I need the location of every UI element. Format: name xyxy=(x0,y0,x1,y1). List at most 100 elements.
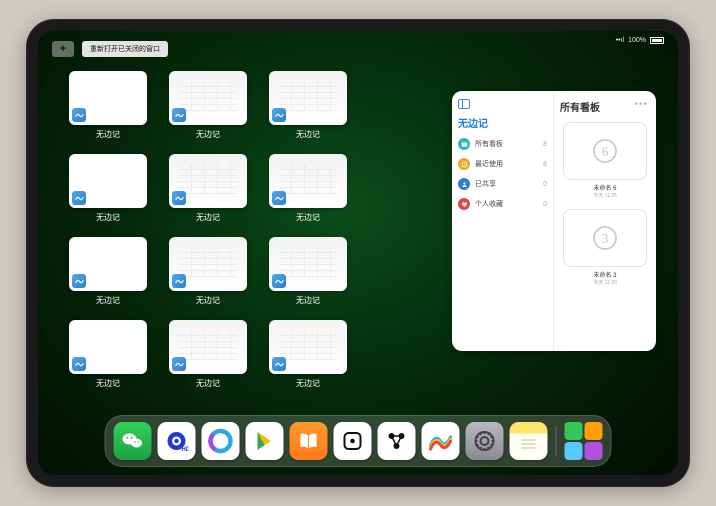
category-item[interactable]: 所有看板 8 xyxy=(458,138,547,150)
sidebar-toggle-icon[interactable] xyxy=(458,99,470,109)
freeform-app-icon xyxy=(72,274,86,288)
category-icon xyxy=(458,178,470,190)
window-label: 无边记 xyxy=(96,129,120,140)
battery-text: 100% xyxy=(628,37,646,44)
category-count: 8 xyxy=(543,161,547,168)
top-controls: + 重新打开已关闭的窗口 xyxy=(52,41,168,57)
window-label: 无边记 xyxy=(196,129,220,140)
window-preview xyxy=(69,320,147,374)
freeform-panel[interactable]: ••• 无边记 所有看板 8 最近使用 8 已共享 0 个人收藏 0 所有看板 … xyxy=(452,91,656,351)
board-card[interactable]: 3 未命名 3 今天 11:20 xyxy=(560,209,650,286)
svg-text:3: 3 xyxy=(602,231,609,246)
category-icon xyxy=(458,158,470,170)
window-preview xyxy=(269,320,347,374)
category-list: 所有看板 8 最近使用 8 已共享 0 个人收藏 0 xyxy=(458,138,547,210)
category-item[interactable]: 已共享 0 xyxy=(458,178,547,190)
dock-app-quark[interactable]: HD xyxy=(158,422,196,460)
tablet-frame: ••ıl 100% + 重新打开已关闭的窗口 无边记无边记无边记无边记无边记无边… xyxy=(26,19,690,487)
category-label: 所有看板 xyxy=(475,139,538,149)
window-preview xyxy=(169,320,247,374)
board-time: 今天 11:25 xyxy=(560,192,650,199)
dock-app-library[interactable] xyxy=(565,422,603,460)
dock-app-settings[interactable] xyxy=(466,422,504,460)
window-preview xyxy=(269,71,347,125)
category-icon xyxy=(458,138,470,150)
category-item[interactable]: 最近使用 8 xyxy=(458,158,547,170)
dock-separator xyxy=(556,426,557,456)
window-label: 无边记 xyxy=(196,212,220,223)
screen: ••ıl 100% + 重新打开已关闭的窗口 无边记无边记无边记无边记无边记无边… xyxy=(38,31,678,475)
category-label: 个人收藏 xyxy=(475,199,538,209)
window-thumb[interactable]: 无边记 xyxy=(68,320,148,389)
window-thumb[interactable]: 无边记 xyxy=(168,154,248,223)
window-label: 无边记 xyxy=(96,378,120,389)
window-preview xyxy=(269,154,347,208)
window-label: 无边记 xyxy=(196,378,220,389)
dock-app-notes[interactable] xyxy=(510,422,548,460)
category-icon xyxy=(458,198,470,210)
window-thumb[interactable]: 无边记 xyxy=(268,154,348,223)
dock-app-wechat[interactable] xyxy=(114,422,152,460)
svg-text:HD: HD xyxy=(182,447,189,453)
panel-left-title: 无边记 xyxy=(458,115,547,130)
window-label: 无边记 xyxy=(96,212,120,223)
window-thumb[interactable]: 无边记 xyxy=(68,71,148,140)
panel-more-icon[interactable]: ••• xyxy=(634,99,648,110)
battery-icon xyxy=(650,37,664,44)
reopen-closed-window-button[interactable]: 重新打开已关闭的窗口 xyxy=(82,41,168,57)
board-preview: 3 xyxy=(563,209,647,267)
dock: HD xyxy=(105,415,612,467)
dock-app-browser[interactable] xyxy=(202,422,240,460)
window-switcher-grid: 无边记无边记无边记无边记无边记无边记无边记无边记无边记无边记无边记无边记 xyxy=(68,71,448,389)
freeform-app-icon xyxy=(72,191,86,205)
dock-app-connect[interactable] xyxy=(378,422,416,460)
panel-sidebar: 无边记 所有看板 8 最近使用 8 已共享 0 个人收藏 0 xyxy=(452,91,554,351)
category-label: 最近使用 xyxy=(475,159,538,169)
board-card[interactable]: 6 未命名 6 今天 11:25 xyxy=(560,122,650,199)
board-name: 未命名 6 xyxy=(560,183,650,192)
freeform-app-icon xyxy=(272,191,286,205)
freeform-app-icon xyxy=(172,108,186,122)
new-window-button[interactable]: + xyxy=(52,41,74,57)
freeform-app-icon xyxy=(72,108,86,122)
window-thumb[interactable]: 无边记 xyxy=(168,71,248,140)
freeform-app-icon xyxy=(272,108,286,122)
freeform-app-icon xyxy=(72,357,86,371)
window-thumb[interactable]: 无边记 xyxy=(168,237,248,306)
category-item[interactable]: 个人收藏 0 xyxy=(458,198,547,210)
window-thumb[interactable]: 无边记 xyxy=(68,154,148,223)
window-label: 无边记 xyxy=(296,212,320,223)
window-label: 无边记 xyxy=(296,295,320,306)
window-preview xyxy=(69,71,147,125)
window-thumb[interactable]: 无边记 xyxy=(268,237,348,306)
category-count: 0 xyxy=(543,201,547,208)
window-thumb[interactable]: 无边记 xyxy=(268,320,348,389)
board-time: 今天 11:20 xyxy=(560,279,650,286)
freeform-app-icon xyxy=(172,357,186,371)
window-label: 无边记 xyxy=(196,295,220,306)
category-label: 已共享 xyxy=(475,179,538,189)
window-label: 无边记 xyxy=(96,295,120,306)
window-preview xyxy=(69,154,147,208)
window-preview xyxy=(69,237,147,291)
board-name: 未命名 3 xyxy=(560,270,650,279)
freeform-app-icon xyxy=(272,357,286,371)
window-thumb[interactable]: 无边记 xyxy=(268,71,348,140)
panel-content: 所有看板 6 未命名 6 今天 11:25 3 未命名 3 今天 11:20 xyxy=(554,91,656,351)
window-label: 无边记 xyxy=(296,378,320,389)
status-bar: ••ıl 100% xyxy=(616,37,664,44)
dock-app-dice[interactable] xyxy=(334,422,372,460)
window-thumb[interactable]: 无边记 xyxy=(168,320,248,389)
dock-app-play[interactable] xyxy=(246,422,284,460)
svg-text:6: 6 xyxy=(602,144,609,159)
freeform-app-icon xyxy=(172,191,186,205)
dock-app-freeform[interactable] xyxy=(422,422,460,460)
window-preview xyxy=(169,154,247,208)
category-count: 8 xyxy=(543,141,547,148)
dock-app-books[interactable] xyxy=(290,422,328,460)
window-preview xyxy=(269,237,347,291)
board-list: 6 未命名 6 今天 11:25 3 未命名 3 今天 11:20 xyxy=(560,122,650,286)
window-thumb[interactable]: 无边记 xyxy=(68,237,148,306)
window-label: 无边记 xyxy=(296,129,320,140)
board-preview: 6 xyxy=(563,122,647,180)
